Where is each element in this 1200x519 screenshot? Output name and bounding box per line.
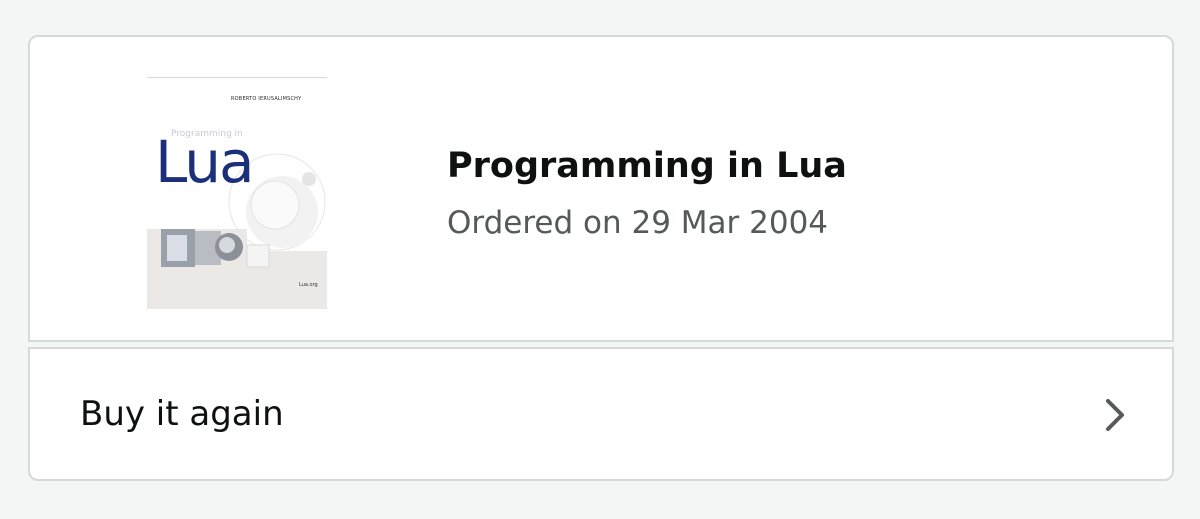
cover-publisher: Lua.org [299, 282, 318, 288]
cover-author: ROBERTO IERUSALIMSCHY [231, 96, 302, 102]
book-cover-image[interactable]: ROBERTO IERUSALIMSCHY Programming in Lua… [147, 77, 327, 309]
order-info: Programming in Lua Ordered on 29 Mar 200… [447, 144, 847, 243]
order-card[interactable]: ROBERTO IERUSALIMSCHY Programming in Lua… [28, 35, 1174, 342]
buy-it-again-button[interactable]: Buy it again [28, 347, 1174, 481]
buy-it-again-label: Buy it again [80, 394, 284, 434]
page: ROBERTO IERUSALIMSCHY Programming in Lua… [0, 0, 1200, 519]
cover-title: Lua [155, 128, 255, 196]
order-date: Ordered on 29 Mar 2004 [447, 205, 829, 241]
product-title[interactable]: Programming in Lua [447, 144, 847, 188]
chevron-right-icon [1106, 399, 1124, 431]
